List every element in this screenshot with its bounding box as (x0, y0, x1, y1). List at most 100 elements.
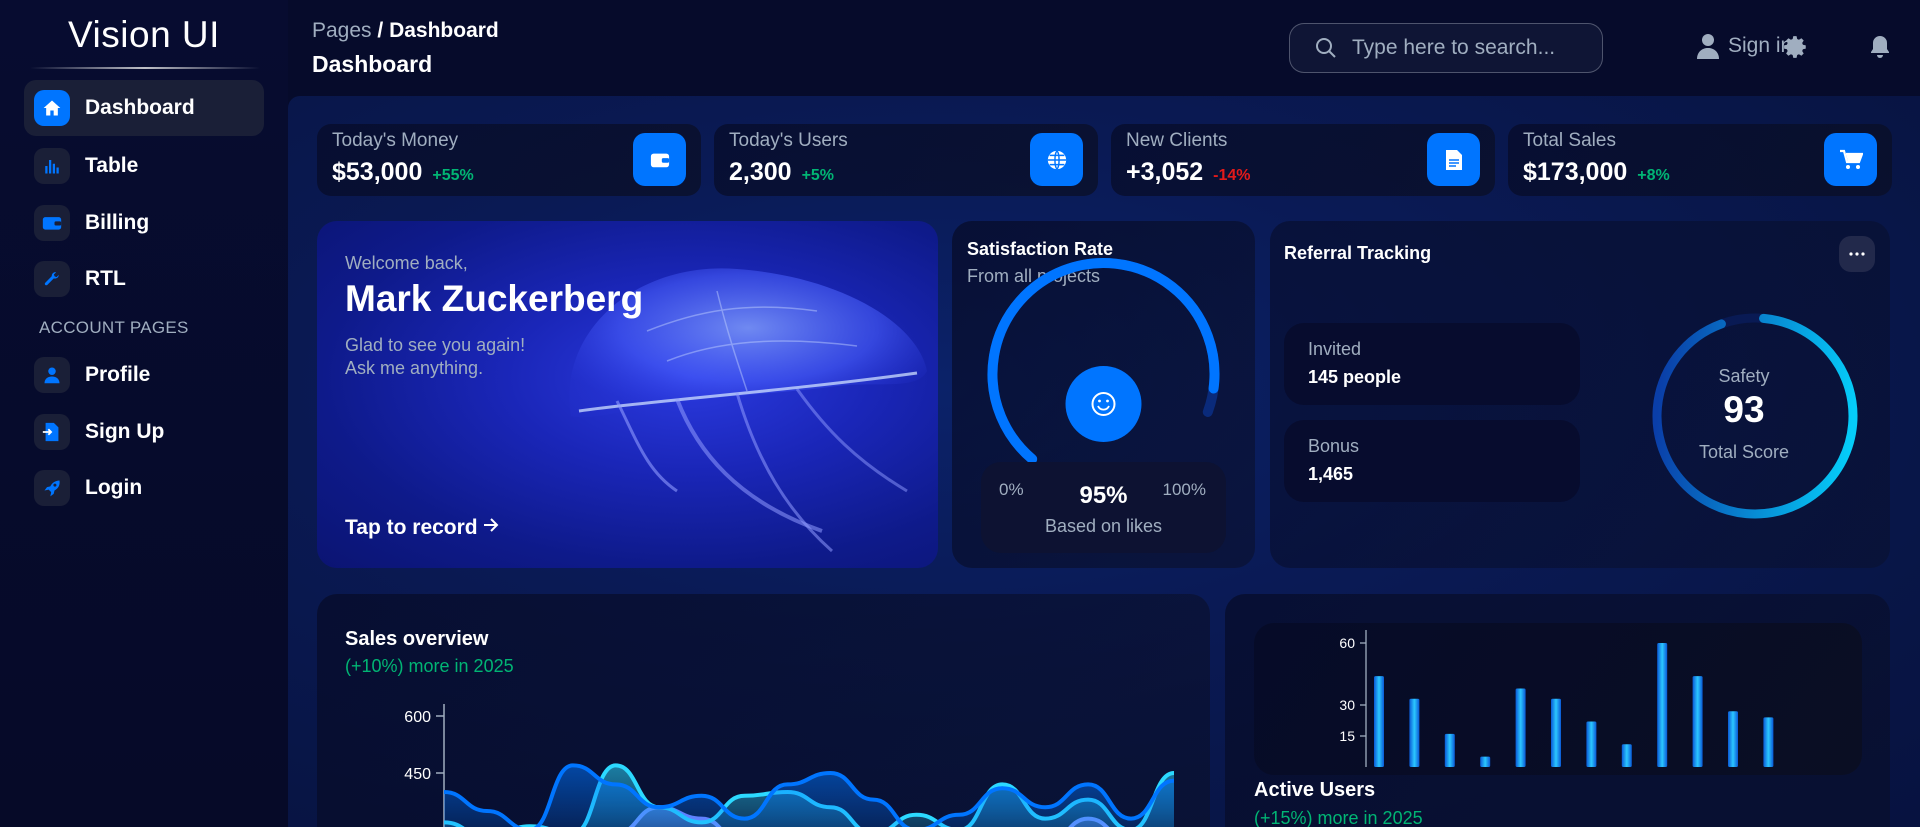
bar (1621, 744, 1632, 767)
sidebar-item-rtl[interactable]: RTL (24, 251, 264, 307)
y-tick-label: 15 (1339, 728, 1355, 744)
stat-card-clients: New Clients +3,052 -14% (1111, 124, 1495, 196)
search-box (1289, 23, 1603, 73)
sidebar-item-label: Profile (85, 363, 151, 386)
satisfaction-card: Satisfaction Rate From all projects 0% 9… (952, 221, 1255, 568)
sign-in-link[interactable]: Sign in (1696, 33, 1792, 59)
stat-delta: +8% (1637, 167, 1670, 184)
sidebar-item-label: Table (85, 154, 139, 177)
stat-label: New Clients (1126, 130, 1228, 151)
stat-value: $173,000 +8% (1523, 158, 1670, 187)
tap-to-record-link[interactable]: Tap to record (345, 516, 500, 540)
gear-icon[interactable] (1783, 34, 1809, 60)
stat-delta: -14% (1213, 167, 1251, 184)
welcome-name: Mark Zuckerberg (345, 278, 644, 319)
sidebar-item-signup[interactable]: Sign Up (24, 404, 264, 460)
stat-delta: +5% (801, 167, 835, 184)
sidebar-item-dashboard[interactable]: Dashboard (24, 80, 264, 136)
sales-overview-card: Sales overview (+10%) more in 2025 600 45… (317, 594, 1210, 827)
y-tick-label: 60 (1339, 635, 1355, 651)
bar (1551, 698, 1561, 767)
stat-card-money: Today's Money $53,000 +55% (317, 124, 701, 196)
breadcrumb: Pages / Dashboard (312, 19, 499, 43)
cart-icon (1824, 133, 1877, 186)
y-tick-label: 600 (404, 709, 431, 726)
rocket-icon (34, 470, 70, 506)
welcome-message: Glad to see you again! Ask me anything. (345, 334, 605, 380)
brand-logo: Vision UI (68, 14, 220, 55)
stat-delta: +55% (432, 167, 474, 184)
bell-icon[interactable] (1868, 34, 1892, 60)
bar (1763, 717, 1774, 767)
person-icon (1696, 33, 1720, 59)
document-icon (34, 414, 70, 450)
y-tick-label: 450 (404, 766, 431, 783)
welcome-line-2: Ask me anything. (345, 358, 484, 378)
credit-card-icon (34, 205, 70, 241)
sidebar-item-profile[interactable]: Profile (24, 347, 264, 403)
section-label-account: ACCOUNT PAGES (39, 318, 189, 337)
gauge-center-badge (1065, 366, 1142, 442)
document-icon (1427, 133, 1480, 186)
satisfaction-max: 100% (1162, 480, 1206, 499)
stat-label: Total Sales (1523, 130, 1616, 151)
sidebar-item-label: Login (85, 476, 143, 499)
active-users-growth-value: (+15%) (1254, 808, 1313, 827)
stat-number: $53,000 (332, 158, 423, 186)
arrow-right-icon (478, 516, 500, 540)
breadcrumb-current: Dashboard (389, 19, 499, 42)
welcome-line-1: Glad to see you again! (345, 335, 526, 355)
page-title: Dashboard (312, 51, 433, 77)
safety-label: Safety (1718, 366, 1770, 386)
breadcrumb-root[interactable]: Pages (312, 19, 372, 42)
bar (1728, 711, 1738, 767)
bar (1374, 676, 1384, 767)
home-icon (34, 90, 70, 126)
safety-score-value: 93 (1723, 389, 1765, 430)
stat-value: 2,300 +5% (729, 158, 834, 187)
stat-value: +3,052 -14% (1126, 158, 1251, 187)
stat-number: +3,052 (1126, 158, 1204, 186)
bar-chart-icon (34, 148, 70, 184)
top-navbar: Pages / Dashboard Dashboard Sign in (288, 0, 1920, 96)
welcome-greeting: Welcome back, (345, 253, 468, 273)
sidebar-item-label: Billing (85, 211, 150, 234)
bar (1657, 643, 1668, 767)
bar (1692, 676, 1703, 767)
stat-label: Today's Money (332, 130, 459, 151)
bar (1515, 688, 1526, 767)
breadcrumb-separator: / (371, 19, 390, 42)
wallet-icon (633, 133, 686, 186)
sales-area-chart: 600 450 (404, 704, 1175, 827)
sidebar-item-label: Dashboard (85, 96, 195, 119)
sidebar-item-login[interactable]: Login (24, 460, 264, 516)
bar (1586, 721, 1597, 767)
sidebar-item-billing[interactable]: Billing (24, 195, 264, 251)
active-users-title: Active Users (1254, 779, 1376, 801)
bar (1444, 733, 1455, 767)
active-users-chart-panel: 60 30 15 (1254, 623, 1862, 775)
active-users-bar-chart: 60 30 15 (1339, 630, 1774, 767)
active-users-card: 60 30 15 Active Users (+15%) more in 2025 (1225, 594, 1890, 827)
globe-icon (1030, 133, 1083, 186)
bar (1409, 698, 1420, 767)
satisfaction-note: Based on likes (1044, 516, 1163, 536)
safety-caption: Total Score (1698, 442, 1790, 462)
person-icon (34, 357, 70, 393)
stat-card-sales: Total Sales $173,000 +8% (1508, 124, 1892, 196)
active-users-growth: (+15%) more in 2025 (1254, 808, 1423, 827)
welcome-card: Welcome back, Mark Zuckerberg Glad to se… (317, 221, 938, 568)
bar (1480, 756, 1491, 767)
brand-divider (30, 67, 260, 69)
stat-card-users: Today's Users 2,300 +5% (714, 124, 1098, 196)
active-users-growth-suffix: more in 2025 (1312, 808, 1423, 827)
wrench-icon (34, 261, 70, 297)
sidebar: Vision UI Dashboard Table Billing RTL AC… (0, 0, 288, 827)
satisfaction-value-box: 0% 95% 100% Based on likes (981, 462, 1226, 553)
search-input[interactable] (1352, 36, 1572, 60)
search-icon (1314, 36, 1338, 60)
referral-card: Referral Tracking Invited 145 people Bon… (1270, 221, 1890, 568)
sidebar-item-table[interactable]: Table (24, 138, 264, 194)
y-tick-label: 30 (1339, 697, 1355, 713)
sidebar-item-label: RTL (85, 267, 126, 290)
